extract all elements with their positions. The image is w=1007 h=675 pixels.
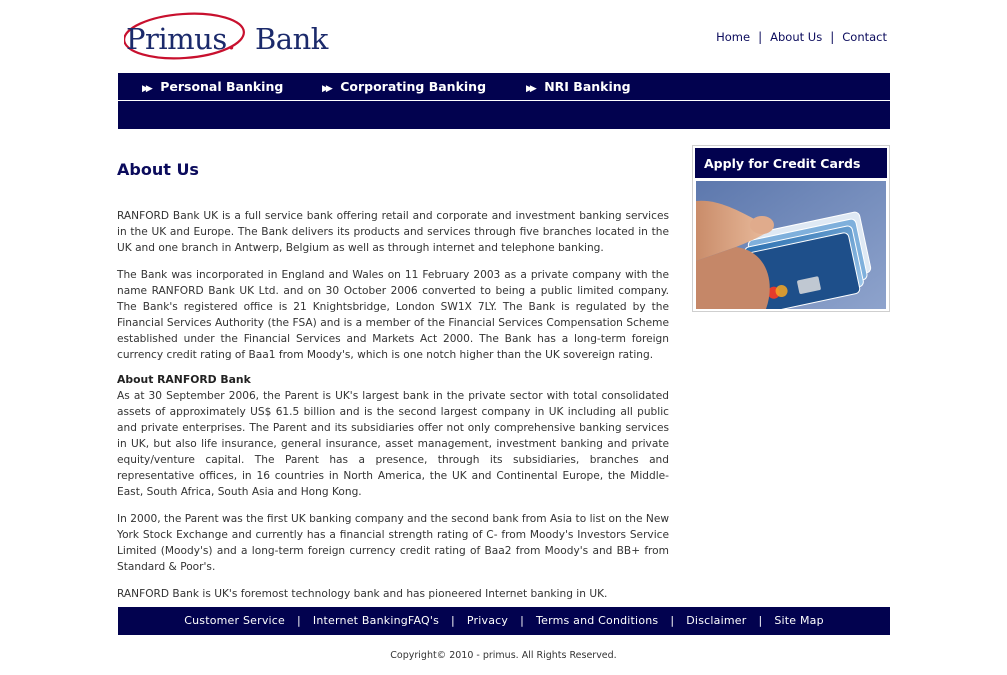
paragraph: In 2000, the Parent was the first UK ban… — [117, 513, 669, 573]
section-heading: About RANFORD Bank — [117, 373, 251, 386]
main-content: About Us RANFORD Bank UK is a full servi… — [117, 158, 669, 613]
double-arrow-icon: ▶▶ — [322, 84, 333, 94]
about-us-link[interactable]: About Us — [770, 30, 822, 44]
double-arrow-icon: ▶▶ — [142, 84, 153, 94]
separator: | — [451, 614, 455, 627]
terms-link[interactable]: Terms and Conditions — [536, 614, 658, 627]
logo[interactable]: Primus. Bank — [124, 8, 328, 66]
double-arrow-icon: ▶▶ — [526, 84, 537, 94]
separator: | — [520, 614, 525, 627]
copyright: Copyright© 2010 - primus. All Rights Res… — [390, 650, 617, 661]
customer-service-link[interactable]: Customer Service — [184, 614, 285, 627]
nav-label: NRI Banking — [544, 79, 631, 94]
nav-corporating-banking[interactable]: ▶▶ Corporating Banking — [322, 79, 486, 94]
footer-links: Customer Service | Internet BankingFAQ's | P… — [118, 607, 890, 635]
nav-personal-banking[interactable]: ▶▶ Personal Banking — [142, 79, 283, 94]
logo-text-primus: Primus. — [126, 22, 236, 56]
site-map-link[interactable]: Site Map — [774, 614, 823, 627]
logo-text-bank: Bank — [255, 22, 328, 56]
paragraph: RANFORD Bank is UK's foremost technology… — [117, 588, 608, 600]
main-nav: ▶▶ Personal Banking ▶▶ Corporating Banki… — [118, 73, 890, 100]
privacy-link[interactable]: Privacy — [467, 614, 508, 627]
promo-title: Apply for Credit Cards — [695, 148, 887, 178]
separator: | — [297, 614, 301, 627]
separator: | — [670, 614, 675, 627]
contact-link[interactable]: Contact — [842, 30, 887, 44]
sub-nav-bar — [118, 101, 890, 129]
home-link[interactable]: Home — [716, 30, 750, 44]
paragraph: As at 30 September 2006, the Parent is U… — [117, 390, 669, 498]
credit-cards-image — [696, 181, 886, 309]
disclaimer-link[interactable]: Disclaimer — [686, 614, 746, 627]
paragraph: RANFORD Bank UK is a full service bank o… — [117, 210, 669, 254]
paragraph: The Bank was incorporated in England and… — [117, 269, 669, 361]
separator: | — [758, 30, 763, 44]
internet-banking-faq-link[interactable]: Internet BankingFAQ's — [313, 614, 439, 627]
page-title: About Us — [117, 160, 199, 179]
credit-card-promo[interactable]: Apply for Credit Cards — [692, 145, 890, 312]
separator: | — [758, 614, 763, 627]
top-links: Home | About Us | Contact — [716, 30, 887, 44]
nav-nri-banking[interactable]: ▶▶ NRI Banking — [526, 79, 631, 94]
nav-label: Personal Banking — [160, 79, 284, 94]
separator: | — [830, 30, 835, 44]
nav-label: Corporating Banking — [340, 79, 487, 94]
